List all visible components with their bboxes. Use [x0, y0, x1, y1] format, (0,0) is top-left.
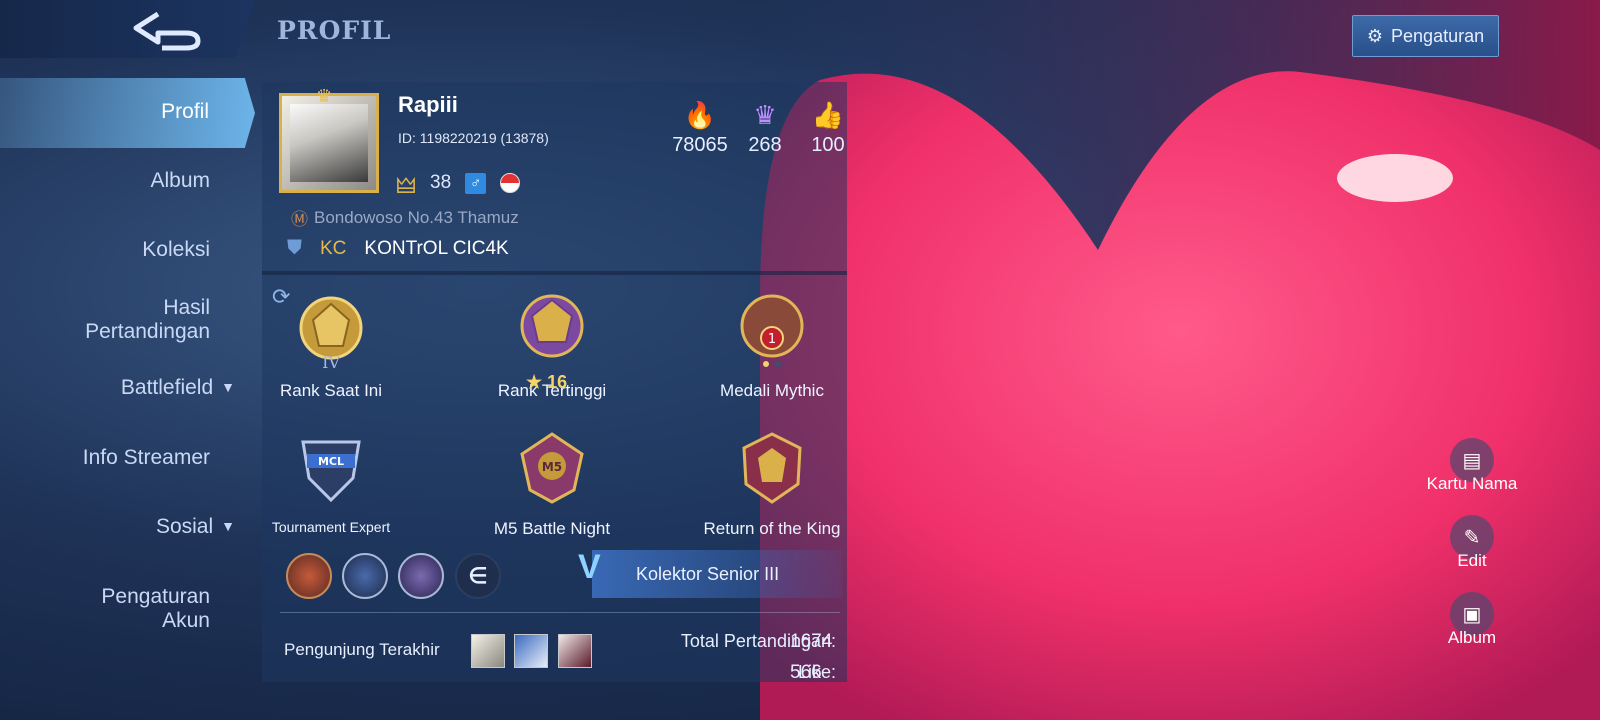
total-likes-value: 566	[790, 662, 822, 683]
back-arrow-icon	[133, 11, 201, 51]
svg-text:IV: IV	[322, 353, 340, 370]
collector-v-icon: V	[578, 548, 601, 586]
sidebar-item-sosial[interactable]: Sosial ▼	[156, 515, 235, 540]
svg-text:M5: M5	[542, 460, 562, 474]
badge-label: M5 Battle Night	[493, 519, 611, 538]
visitor-avatar[interactable]	[514, 634, 548, 668]
settings-button[interactable]: ⚙ Pengaturan	[1352, 15, 1499, 57]
edit-label: Edit	[1457, 551, 1487, 570]
hero-portrait[interactable]	[286, 553, 332, 599]
squad-name: KONTrOL CIC4K	[364, 237, 509, 259]
avatar-image	[290, 104, 368, 182]
guild-emblem-icon: Ⓜ	[291, 210, 308, 229]
star-icon: ★	[526, 372, 543, 392]
page-title: PROFIL	[277, 16, 392, 45]
squad-shield-icon: ⛊	[287, 237, 302, 259]
badge-mythic-medal[interactable]: 1 Medali Mythic	[687, 290, 857, 401]
highest-rank-stars: ★ 16	[526, 372, 568, 392]
indonesia-flag-icon	[500, 173, 521, 193]
male-icon: ♂	[465, 172, 487, 194]
sidebar: Profil Album Koleksi Hasil Pertandingan …	[0, 78, 255, 720]
player-level: 38	[430, 172, 452, 193]
mcl-emblem-icon: MCL	[301, 440, 361, 503]
edit-button[interactable]: ✎ Edit	[1422, 515, 1522, 571]
name-card-label: Kartu Nama	[1426, 474, 1518, 493]
hero-portrait[interactable]	[342, 553, 388, 599]
badge-tournament-expert[interactable]: MCL Tournament Expert	[246, 428, 416, 535]
level-row: 🜲 38 ♂	[396, 160, 521, 206]
thumbs-up-icon: 👍	[811, 100, 845, 130]
emblem-set-icon[interactable]: ∈	[455, 553, 501, 599]
badge-label: Medali Mythic	[720, 381, 824, 400]
king-emblem-icon	[742, 432, 802, 504]
badge-label: Return of the King	[703, 519, 841, 538]
mythic-rank-emblem-icon: IV	[299, 296, 363, 372]
sidebar-item-pengaturan-akun[interactable]: Pengaturan Akun	[70, 585, 210, 633]
crown-frame-icon: ♛	[316, 86, 333, 106]
squad-info[interactable]: ⛊ KC KONTrOL CIC4K	[287, 237, 509, 260]
svg-text:1: 1	[768, 332, 776, 347]
recent-visitors-label: Pengunjung Terakhir	[284, 640, 440, 659]
separator	[280, 612, 840, 613]
settings-label: Pengaturan	[1391, 25, 1485, 46]
hero-portrait[interactable]	[398, 553, 444, 599]
visitor-avatar[interactable]	[471, 634, 505, 668]
name-card-button[interactable]: ▤ Kartu Nama	[1422, 438, 1522, 494]
player-id[interactable]: ID: 1198220219 (13878)	[398, 130, 549, 146]
likes-value: 100	[811, 134, 845, 156]
visitor-avatar[interactable]	[558, 634, 592, 668]
mythic-medal-emblem-icon: 1	[740, 294, 804, 367]
sidebar-item-koleksi[interactable]: Koleksi	[142, 238, 210, 262]
sidebar-item-battlefield[interactable]: Battlefield ▼	[121, 376, 235, 401]
totals-values: 1674 566	[790, 626, 832, 688]
m5-emblem-icon: M5	[520, 432, 584, 504]
badge-return-of-the-king[interactable]: Return of the King	[687, 428, 857, 539]
gear-icon: ⚙	[1366, 25, 1384, 46]
guild-info[interactable]: Ⓜ Bondowoso No.43 Thamuz	[291, 205, 519, 230]
sidebar-item-profil[interactable]: Profil	[0, 78, 255, 148]
chevron-down-icon: ▼	[221, 379, 235, 395]
level-badge-icon: 🜲	[396, 173, 417, 198]
back-button[interactable]	[0, 0, 255, 58]
album-label: Album	[1447, 628, 1497, 647]
collector-badge[interactable]: Kolektor Senior III	[592, 550, 842, 598]
sidebar-item-album[interactable]: Album	[150, 169, 210, 193]
total-matches-value: 1674	[790, 631, 833, 652]
chevron-down-icon: ▼	[221, 518, 235, 534]
badge-label: Rank Saat Ini	[279, 381, 383, 400]
mythic-glory-emblem-icon	[520, 294, 584, 358]
svg-text:MCL: MCL	[318, 455, 344, 468]
collector-label: Kolektor Senior III	[636, 563, 780, 584]
guild-name: Bondowoso No.43 Thamuz	[314, 207, 519, 227]
player-name: Rapiii	[398, 92, 458, 117]
squad-tag: KC	[320, 237, 347, 259]
section-divider	[262, 271, 847, 275]
avatar[interactable]: ♛	[279, 86, 379, 193]
sidebar-item-info-streamer[interactable]: Info Streamer	[83, 446, 210, 470]
sidebar-item-hasil-pertandingan[interactable]: Hasil Pertandingan	[40, 296, 210, 344]
badge-current-rank[interactable]: IV Rank Saat Ini	[246, 290, 416, 401]
badge-label: Tournament Expert	[271, 519, 391, 535]
likes-stat[interactable]: 👍 100	[788, 100, 868, 157]
badge-m5-battle-night[interactable]: M5 M5 Battle Night	[467, 428, 637, 539]
album-button[interactable]: ▣ Album	[1422, 592, 1522, 648]
